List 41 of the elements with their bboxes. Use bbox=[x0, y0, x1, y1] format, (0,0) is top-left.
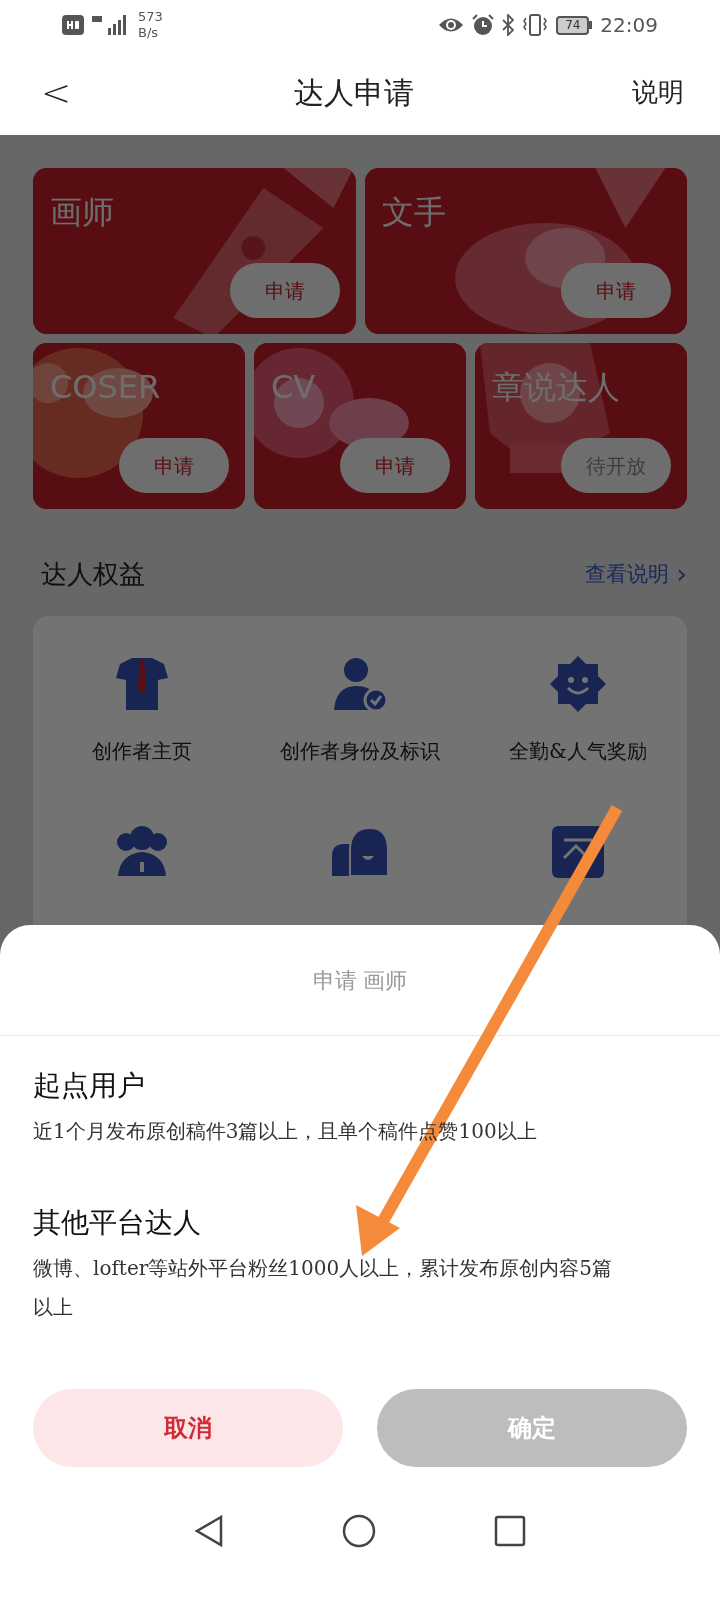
role-card[interactable]: 文手 申请 bbox=[364, 168, 687, 334]
back-nav-icon bbox=[194, 1513, 224, 1548]
sheet-title: 申请 画师 bbox=[0, 925, 720, 1036]
home-nav-icon bbox=[342, 1513, 376, 1548]
smiley-badge-icon bbox=[548, 654, 608, 714]
back-button[interactable]: < bbox=[36, 65, 76, 120]
apply-button[interactable]: 申请 bbox=[561, 263, 671, 318]
option-title: 起点用户 bbox=[33, 1068, 146, 1104]
card-title: CV bbox=[271, 367, 316, 408]
card-title: 章说达人 bbox=[492, 367, 620, 408]
apply-button[interactable]: 申请 bbox=[340, 438, 450, 493]
help-link[interactable]: 说明 bbox=[632, 73, 684, 112]
benefit-label: 创作者主页 bbox=[92, 738, 192, 765]
apply-button[interactable]: 申请 bbox=[119, 438, 229, 493]
battery-level: 74 bbox=[565, 19, 581, 31]
option-title: 其他平台达人 bbox=[33, 1205, 202, 1241]
card-title: 画师 bbox=[50, 192, 114, 233]
card-title: 文手 bbox=[381, 192, 446, 233]
page-title: 达人申请 bbox=[293, 74, 415, 112]
confirm-button: 确定 bbox=[377, 1389, 687, 1467]
role-card[interactable]: 画师 申请 bbox=[33, 168, 356, 334]
benefit-label: 全勤&人气奖励 bbox=[509, 738, 647, 765]
option-description: 微博、lofter等站外平台粉丝1000人以上，累计发布原创内容5篇以上 bbox=[33, 1255, 613, 1321]
speed-unit: B/s bbox=[138, 25, 160, 41]
recents-nav-icon bbox=[494, 1514, 526, 1547]
role-card[interactable]: CV 申请 bbox=[254, 343, 466, 509]
card-title: COSER bbox=[50, 367, 161, 408]
view-details-link[interactable]: 查看说明 bbox=[584, 558, 669, 591]
section-title: 达人权益 bbox=[40, 558, 146, 591]
vibrate-icon bbox=[522, 14, 549, 36]
alarm-icon bbox=[472, 14, 495, 36]
chevron-icon: › bbox=[676, 555, 687, 594]
eye-icon bbox=[438, 16, 465, 34]
network-speed: 573 bbox=[138, 9, 163, 25]
cancel-button[interactable]: 取消 bbox=[33, 1389, 343, 1467]
bluetooth-icon bbox=[502, 14, 515, 36]
role-card[interactable]: COSER 申请 bbox=[33, 343, 245, 509]
signal-icon bbox=[92, 14, 128, 36]
clock: 22:09 bbox=[600, 12, 658, 39]
hd-icon bbox=[62, 15, 84, 35]
benefit-label: 创作者身份及标识 bbox=[280, 738, 440, 765]
